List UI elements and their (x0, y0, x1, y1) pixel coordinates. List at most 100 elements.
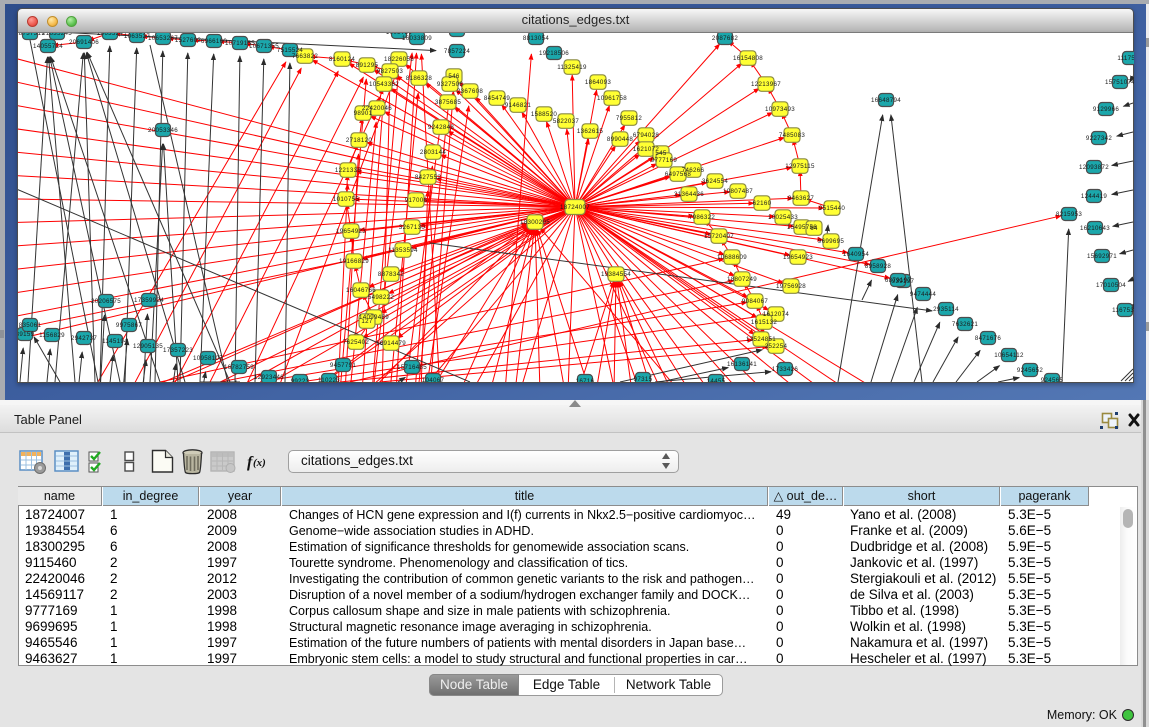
svg-text:16914479: 16914479 (376, 340, 406, 347)
svg-text:1010755: 1010755 (333, 196, 359, 203)
svg-text:16136141: 16136141 (727, 361, 757, 368)
svg-text:10807487: 10807487 (723, 188, 753, 195)
svg-text:9474444: 9474444 (910, 291, 936, 298)
svg-text:16782759: 16782759 (224, 364, 254, 371)
svg-text:19218506: 19218506 (539, 50, 569, 57)
svg-text:546: 546 (448, 73, 459, 80)
svg-text:12905135: 12905135 (133, 343, 163, 350)
svg-text:104067: 104067 (422, 377, 445, 382)
svg-text:917006: 917006 (405, 197, 428, 204)
svg-text:835061: 835061 (19, 322, 42, 329)
svg-text:7632621: 7632621 (952, 321, 978, 328)
svg-text:9146821: 9146821 (505, 102, 531, 109)
svg-text:16033809: 16033809 (402, 35, 432, 42)
svg-text:1063527: 1063527 (124, 33, 150, 40)
svg-text:18807249: 18807249 (727, 276, 757, 283)
svg-text:1244419: 1244419 (1081, 193, 1107, 200)
svg-text:19654923: 19654923 (336, 228, 366, 235)
svg-text:3267130: 3267130 (399, 224, 425, 231)
svg-text:6966160: 6966160 (201, 38, 227, 45)
svg-text:8160124: 8160124 (329, 56, 355, 63)
svg-text:5822037: 5822037 (553, 118, 579, 125)
svg-text:1167533: 1167533 (1112, 307, 1134, 314)
svg-text:6497568: 6497568 (665, 171, 691, 178)
svg-text:2942737: 2942737 (71, 335, 97, 342)
svg-text:16648794: 16648794 (871, 97, 901, 104)
svg-text:252254: 252254 (765, 343, 788, 350)
svg-text:1221338: 1221338 (335, 167, 361, 174)
svg-text:3624554: 3624554 (702, 178, 728, 185)
svg-text:16046766: 16046766 (346, 287, 376, 294)
svg-text:1588520: 1588520 (531, 111, 557, 118)
svg-text:18724007: 18724007 (560, 204, 590, 211)
svg-text:7485083: 7485083 (779, 132, 805, 139)
svg-text:8215953: 8215953 (1056, 211, 1082, 218)
svg-text:3875685: 3875685 (435, 99, 461, 106)
svg-text:1615132: 1615132 (751, 319, 777, 326)
svg-text:2803144: 2803144 (420, 149, 446, 156)
svg-text:9777169: 9777169 (651, 157, 677, 164)
svg-text:127: 127 (361, 318, 372, 325)
svg-text:18300295: 18300295 (520, 219, 550, 226)
svg-text:20691406: 20691406 (69, 39, 99, 46)
svg-text:9827503: 9827503 (377, 68, 403, 75)
svg-text:1733426: 1733426 (772, 366, 798, 373)
svg-text:(x): (x) (253, 457, 266, 469)
svg-text:8990448: 8990448 (607, 136, 633, 143)
svg-text:13524851: 13524851 (746, 336, 776, 343)
svg-text:19166829: 19166829 (339, 258, 369, 265)
svg-text:891295: 891295 (356, 62, 379, 69)
svg-text:9227342: 9227342 (1086, 135, 1112, 142)
svg-text:1612074: 1612074 (763, 311, 789, 318)
svg-text:9129966: 9129966 (1093, 106, 1119, 113)
svg-text:19654923: 19654923 (783, 254, 813, 261)
svg-text:10543382: 10543382 (369, 81, 399, 88)
svg-text:8878342: 8878342 (378, 271, 404, 278)
svg-text:8958928: 8958928 (865, 263, 891, 270)
svg-text:18226058: 18226058 (384, 56, 414, 63)
svg-text:6794028: 6794028 (633, 132, 659, 139)
svg-text:11325419: 11325419 (557, 64, 587, 71)
svg-text:9515440: 9515440 (819, 205, 845, 212)
svg-text:62160: 62160 (753, 200, 772, 207)
svg-text:16716: 16716 (576, 378, 595, 382)
svg-text:17010504: 17010504 (1096, 282, 1126, 289)
svg-text:6879197: 6879197 (885, 277, 911, 284)
svg-text:1864093: 1864093 (585, 79, 611, 86)
svg-text:1640954: 1640954 (843, 251, 869, 258)
svg-text:98901: 98901 (354, 110, 373, 117)
svg-text:64: 64 (810, 225, 818, 232)
svg-text:1156829: 1156829 (39, 332, 65, 339)
svg-text:10025433: 10025433 (768, 214, 798, 221)
svg-text:1117534: 1117534 (1117, 55, 1134, 62)
svg-text:7625402: 7625402 (343, 339, 369, 346)
svg-text:2935114: 2935114 (933, 306, 959, 313)
svg-text:99223: 99223 (291, 378, 310, 382)
svg-text:1362615: 1362615 (577, 128, 603, 135)
svg-text:15692971: 15692971 (1087, 253, 1117, 260)
svg-text:9242848: 9242848 (428, 124, 454, 131)
svg-text:14055724: 14055724 (33, 43, 63, 50)
svg-text:15716485: 15716485 (397, 364, 427, 371)
svg-text:2718120: 2718120 (346, 137, 372, 144)
svg-text:10654112: 10654112 (994, 352, 1024, 359)
svg-text:8813054: 8813054 (523, 35, 549, 42)
svg-text:924565: 924565 (1041, 377, 1064, 382)
svg-text:12975115: 12975115 (785, 163, 815, 170)
svg-text:15751074: 15751074 (1105, 79, 1134, 86)
svg-text:12213967: 12213967 (751, 81, 781, 88)
svg-text:14455: 14455 (707, 378, 726, 382)
svg-text:9457791: 9457791 (330, 362, 356, 369)
svg-text:17357223: 17357223 (163, 347, 193, 354)
svg-text:9084067: 9084067 (742, 298, 768, 305)
svg-text:8427552: 8427552 (415, 174, 441, 181)
svg-text:9699695: 9699695 (818, 238, 844, 245)
svg-text:8186328: 8186328 (406, 75, 432, 82)
svg-text:2367608: 2367608 (457, 88, 483, 95)
svg-text:110223: 110223 (318, 377, 340, 382)
svg-text:20206575: 20206575 (91, 298, 121, 305)
svg-text:19384554: 19384554 (601, 271, 631, 278)
svg-text:100378: 100378 (446, 33, 469, 34)
svg-text:2087682: 2087682 (712, 35, 738, 42)
svg-text:9327508: 9327508 (437, 81, 463, 88)
